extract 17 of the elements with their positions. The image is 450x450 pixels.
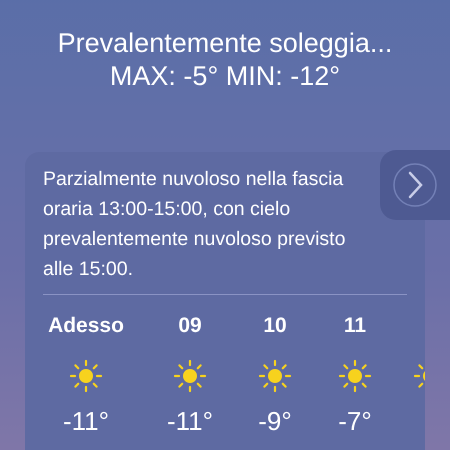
- hour-label: 09: [178, 313, 202, 339]
- temperature-range: MAX: -5° MIN: -12°: [110, 60, 340, 92]
- hour-temperature: -7°: [338, 405, 372, 437]
- sun-icon: [173, 359, 207, 393]
- hour-temperature: -11°: [62, 405, 110, 437]
- next-button[interactable]: [380, 150, 450, 220]
- hour-label: 11: [344, 313, 366, 339]
- sun-icon: [338, 359, 372, 393]
- hour-label: 10: [263, 313, 287, 339]
- chevron-right-icon: [391, 161, 439, 209]
- hour-label: Adesso: [48, 313, 124, 339]
- weather-condition: Prevalentemente soleggia...: [58, 27, 392, 60]
- hour-temperature: -11°: [166, 405, 214, 437]
- hour-temperature: -9°: [258, 405, 292, 437]
- sun-icon: [69, 359, 103, 393]
- forecast-description: Parzialmente nuvoloso nella fascia oraria 13:00-15:00, con cielo prevalentemente nuvoloso previsto alle 15:00.: [43, 167, 346, 282]
- sun-icon: [258, 359, 292, 393]
